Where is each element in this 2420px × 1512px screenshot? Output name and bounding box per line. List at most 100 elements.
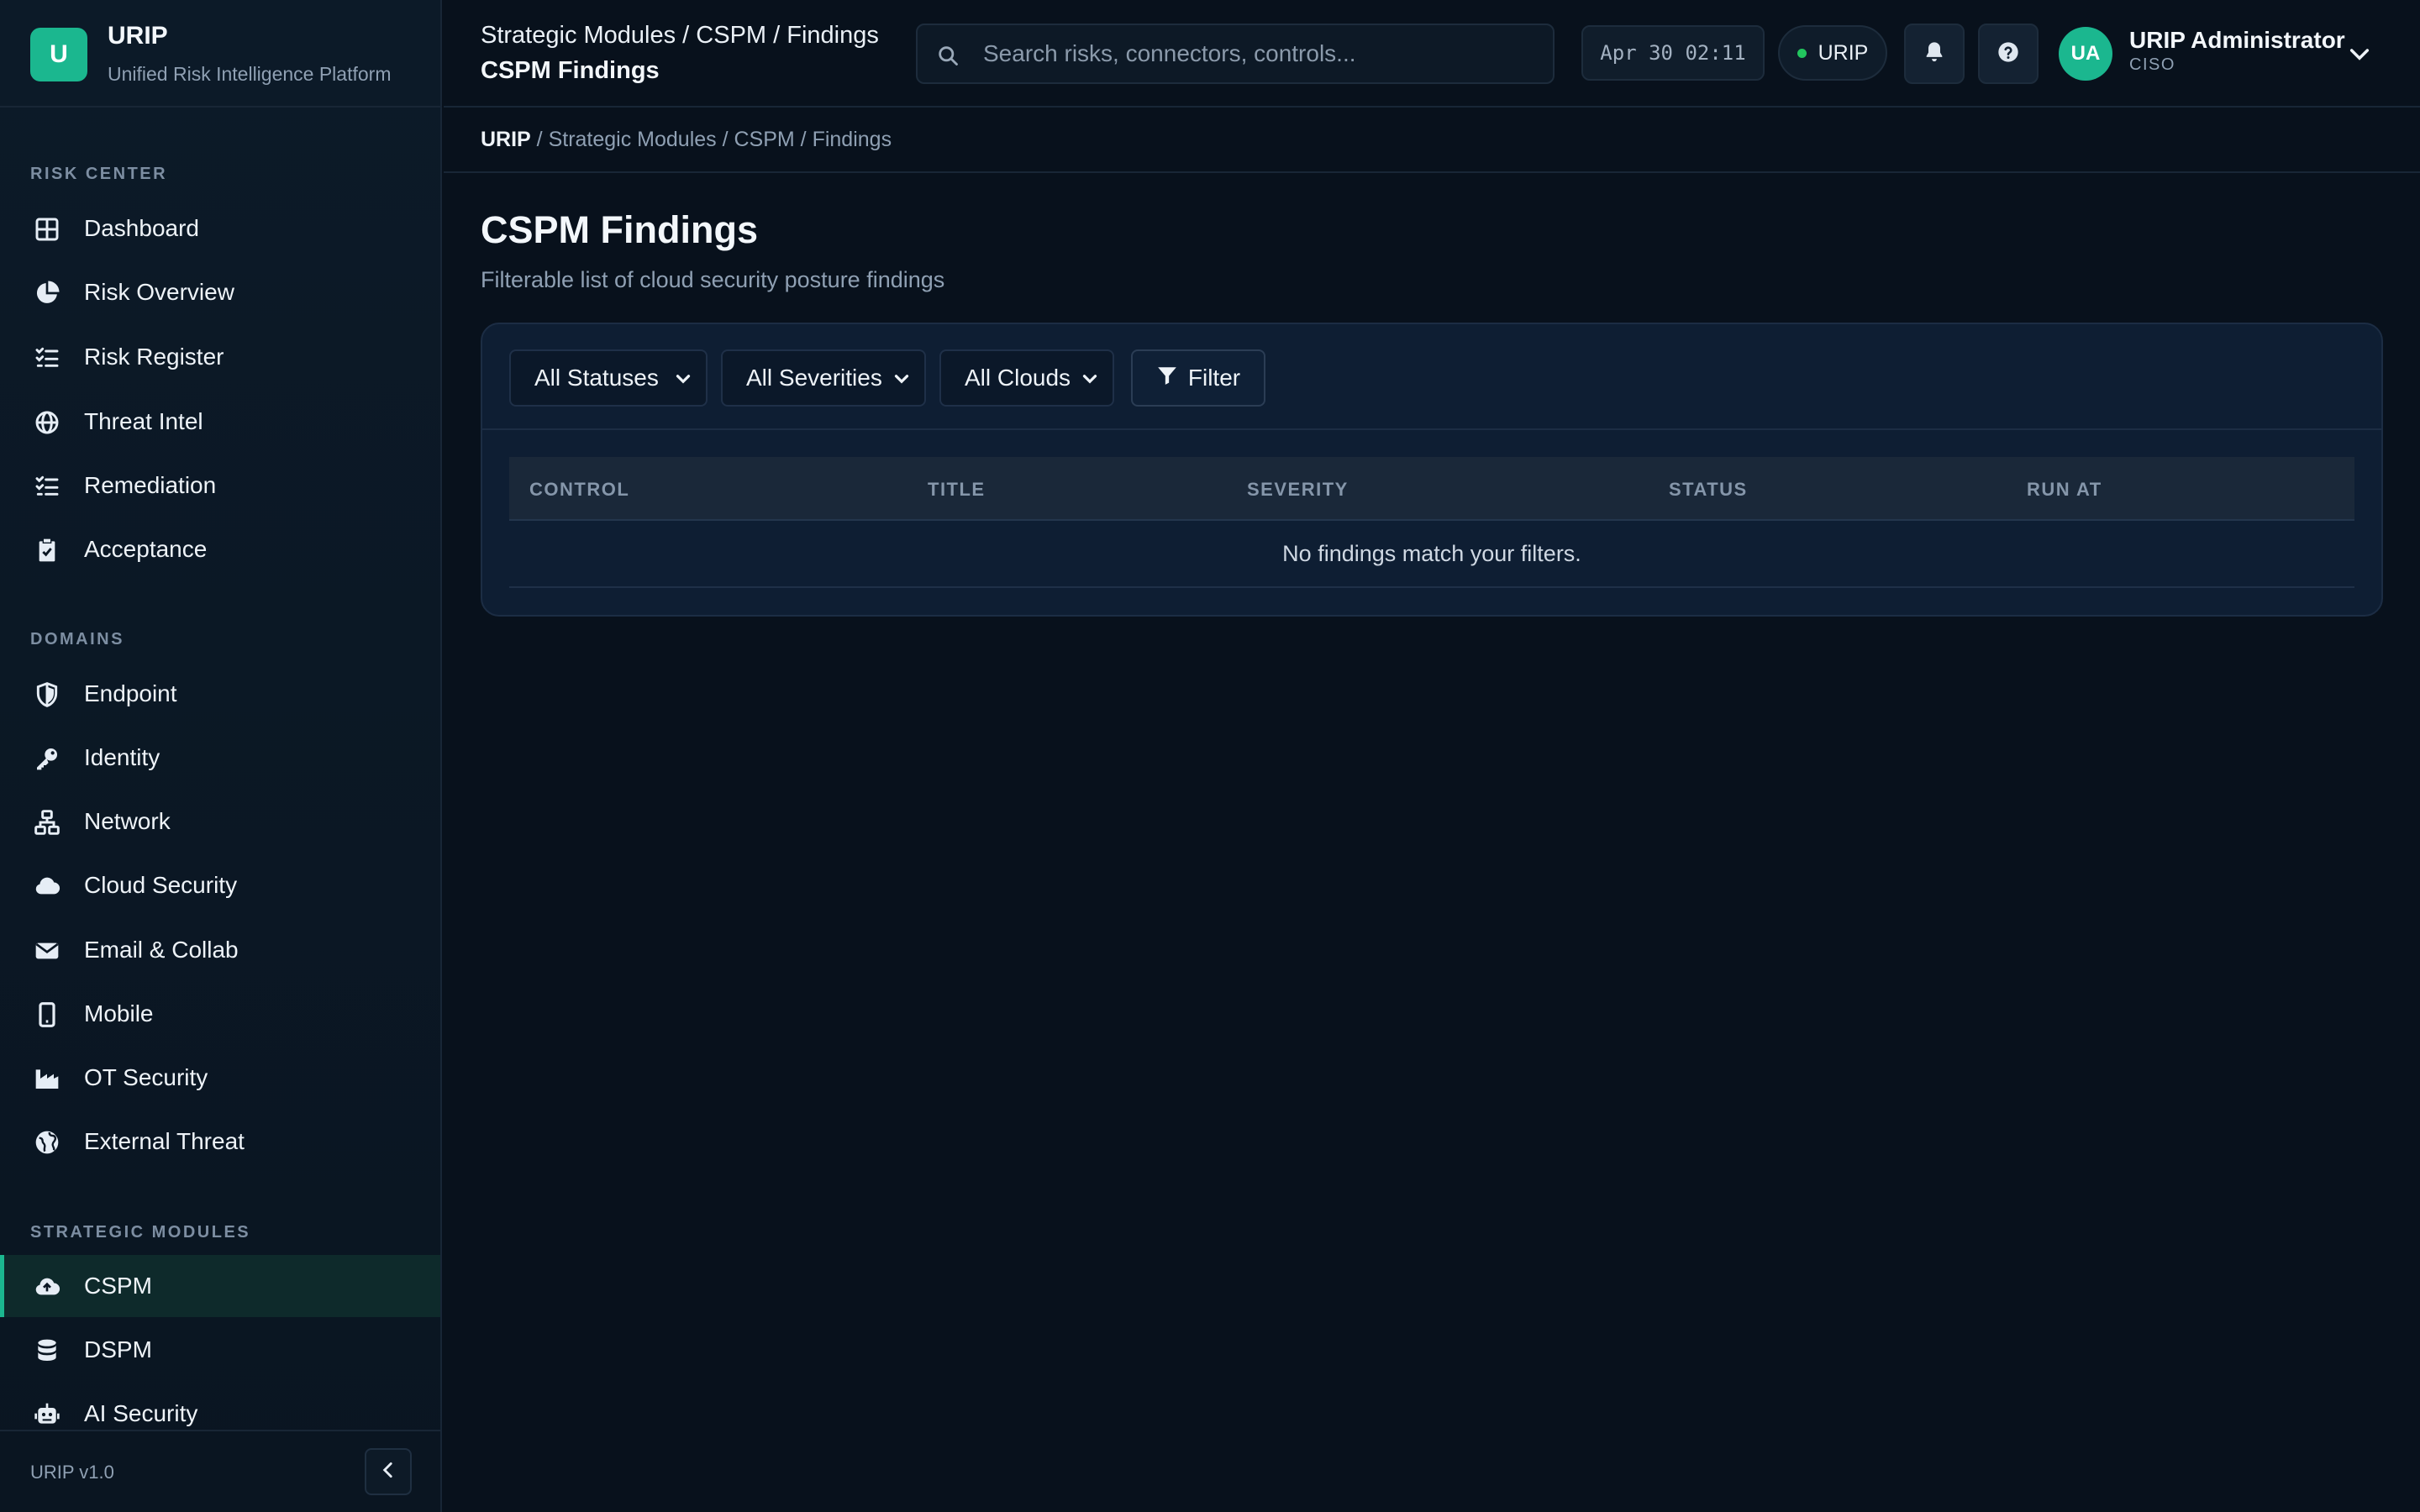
search-input[interactable] xyxy=(983,25,1538,82)
sidebar-item-cspm[interactable]: CSPM xyxy=(0,1255,440,1317)
sidebar-item-label: Dashboard xyxy=(84,215,199,241)
shield-icon xyxy=(34,681,60,708)
topbar: Strategic Modules / CSPM / Findings CSPM… xyxy=(444,0,2420,108)
section-label-strategic-modules: STRATEGIC MODULES xyxy=(30,1223,251,1242)
sidebar-item-label: AI Security xyxy=(84,1400,198,1426)
chevron-down-icon xyxy=(891,368,913,390)
sidebar-item-label: DSPM xyxy=(84,1336,152,1362)
breadcrumb: URIP / Strategic Modules / CSPM / Findin… xyxy=(444,109,2420,173)
topbar-title: CSPM Findings xyxy=(481,57,660,84)
column-header-control[interactable]: CONTROL xyxy=(529,479,629,501)
sidebar-item-mobile[interactable]: Mobile xyxy=(0,983,440,1045)
notifications-button[interactable] xyxy=(1904,24,1965,84)
table-header: CONTROL TITLE SEVERITY STATUS RUN AT xyxy=(509,457,2354,521)
sidebar-item-risk-overview[interactable]: Risk Overview xyxy=(0,261,440,323)
brand-logo: U xyxy=(30,28,87,81)
bell-icon xyxy=(1923,40,1946,68)
user-avatar[interactable]: UA xyxy=(2059,27,2112,81)
sidebar-footer: URIP v1.0 xyxy=(0,1430,440,1512)
tenant-switcher[interactable]: URIP xyxy=(1778,25,1887,81)
sidebar-item-label: Risk Register xyxy=(84,344,224,370)
user-name: URIP Administrator xyxy=(2129,27,2345,53)
topbar-breadcrumb: Strategic Modules / CSPM / Findings xyxy=(481,22,879,49)
brand-name: URIP xyxy=(108,22,168,50)
sidebar-item-label: Acceptance xyxy=(84,536,208,562)
cloud-upload-icon xyxy=(34,1273,60,1300)
severity-filter-select[interactable]: All Severities xyxy=(721,349,926,407)
status-dot-icon xyxy=(1797,48,1807,58)
brand-subtitle: Unified Risk Intelligence Platform xyxy=(108,63,392,85)
key-icon xyxy=(34,745,60,772)
sidebar-item-external-threat[interactable]: External Threat xyxy=(0,1110,440,1173)
sidebar-item-threat-intel[interactable]: Threat Intel xyxy=(0,391,440,453)
chevron-down-icon[interactable] xyxy=(2346,40,2373,67)
sidebar-item-network[interactable]: Network xyxy=(0,790,440,853)
column-header-run-at[interactable]: RUN AT xyxy=(2027,479,2102,501)
filter-button[interactable]: Filter xyxy=(1131,349,1265,407)
findings-table: CONTROL TITLE SEVERITY STATUS RUN AT No … xyxy=(509,457,2354,588)
user-role: CISO xyxy=(2129,55,2175,74)
list-check-icon xyxy=(34,473,60,500)
table-empty-state: No findings match your filters. xyxy=(509,521,2354,588)
help-button[interactable] xyxy=(1978,24,2039,84)
sidebar-item-email-collab[interactable]: Email & Collab xyxy=(0,919,440,981)
brand[interactable]: U URIP Unified Risk Intelligence Platfor… xyxy=(0,0,442,108)
sidebar-item-label: CSPM xyxy=(84,1273,152,1299)
sidebar-item-risk-register[interactable]: Risk Register xyxy=(0,326,440,388)
datetime-display: Apr 30 02:11 xyxy=(1581,25,1765,81)
column-header-status[interactable]: STATUS xyxy=(1669,479,1748,501)
globe-icon xyxy=(34,409,60,436)
network-icon xyxy=(34,809,60,836)
sidebar-item-label: External Threat xyxy=(84,1128,245,1154)
tenant-name: URIP xyxy=(1818,40,1869,65)
globe-alt-icon xyxy=(34,1129,60,1156)
sidebar-item-label: Remediation xyxy=(84,472,217,498)
sidebar-item-label: Cloud Security xyxy=(84,872,238,898)
sidebar-item-dspm[interactable]: DSPM xyxy=(0,1319,440,1381)
cloud-icon xyxy=(34,873,60,900)
factory-icon xyxy=(34,1065,60,1092)
chevron-down-icon xyxy=(1079,368,1101,390)
filter-bar: All Statuses All Severities All Clouds F… xyxy=(482,324,2381,430)
sidebar-item-ot-security[interactable]: OT Security xyxy=(0,1047,440,1109)
sidebar-item-label: Risk Overview xyxy=(84,279,234,305)
sidebar-item-dashboard[interactable]: Dashboard xyxy=(0,197,440,260)
list-check-icon xyxy=(34,344,60,371)
sidebar-item-label: Email & Collab xyxy=(84,937,239,963)
sidebar-item-label: Network xyxy=(84,808,171,834)
chevron-down-icon xyxy=(672,368,694,390)
grid-icon xyxy=(34,216,60,243)
status-filter-value: All Statuses xyxy=(534,365,659,391)
sidebar-item-remediation[interactable]: Remediation xyxy=(0,454,440,517)
breadcrumb-path: / Strategic Modules / CSPM / Findings xyxy=(530,128,892,151)
global-search[interactable] xyxy=(916,24,1555,84)
database-icon xyxy=(34,1337,60,1364)
section-label-risk-center: RISK CENTER xyxy=(30,165,168,183)
sidebar-item-label: Mobile xyxy=(84,1000,154,1026)
column-header-severity[interactable]: SEVERITY xyxy=(1247,479,1349,501)
collapse-sidebar-button[interactable] xyxy=(365,1448,412,1495)
funnel-icon xyxy=(1156,365,1178,392)
sidebar-item-endpoint[interactable]: Endpoint xyxy=(0,663,440,725)
cloud-filter-select[interactable]: All Clouds xyxy=(939,349,1114,407)
pie-chart-icon xyxy=(34,280,60,307)
envelope-icon xyxy=(34,937,60,964)
severity-filter-value: All Severities xyxy=(746,365,882,391)
search-icon xyxy=(936,44,960,67)
column-header-title[interactable]: TITLE xyxy=(928,479,986,501)
breadcrumb-root-link[interactable]: URIP xyxy=(481,128,531,151)
sidebar-item-identity[interactable]: Identity xyxy=(0,727,440,789)
sidebar-item-label: OT Security xyxy=(84,1064,208,1090)
sidebar-item-acceptance[interactable]: Acceptance xyxy=(0,518,440,580)
clipboard-check-icon xyxy=(34,537,60,564)
mobile-icon xyxy=(34,1001,60,1028)
filter-button-label: Filter xyxy=(1187,365,1241,391)
app-root: U URIP Unified Risk Intelligence Platfor… xyxy=(0,0,2420,1512)
sidebar: U URIP Unified Risk Intelligence Platfor… xyxy=(0,0,442,1512)
status-filter-select[interactable]: All Statuses xyxy=(509,349,708,407)
cloud-filter-value: All Clouds xyxy=(965,365,1071,391)
findings-card: All Statuses All Severities All Clouds F… xyxy=(481,323,2383,617)
sidebar-item-label: Identity xyxy=(84,744,160,770)
sidebar-item-cloud-security[interactable]: Cloud Security xyxy=(0,854,440,916)
sidebar-item-label: Threat Intel xyxy=(84,408,203,434)
